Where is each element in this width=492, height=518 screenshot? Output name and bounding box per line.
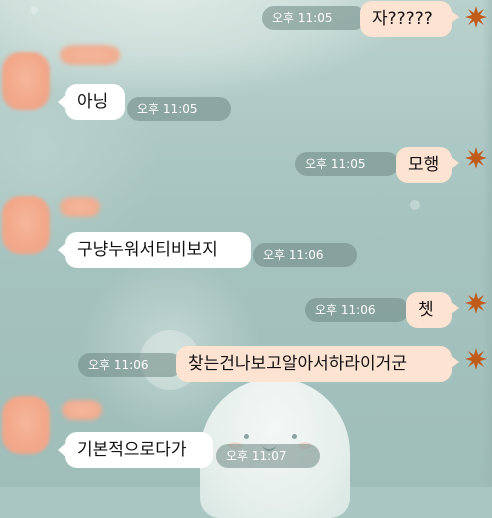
bubble-tail: [451, 302, 459, 314]
sunburst-icon: [465, 6, 487, 28]
message-time: 오후 11:06: [78, 353, 182, 377]
bubble-tail: [451, 157, 459, 169]
message-time: 오후 11:06: [305, 298, 409, 322]
ghost-eye: [292, 434, 297, 439]
message-bubble-incoming[interactable]: 아닝: [65, 84, 125, 120]
message-bubble-outgoing[interactable]: 자?????: [360, 1, 452, 37]
sunburst-icon: [465, 147, 487, 169]
contact-name: [60, 197, 100, 217]
sunburst-icon: [465, 348, 487, 370]
message-time: 오후 11:07: [216, 444, 320, 468]
background-dot: [30, 6, 38, 14]
contact-name: [60, 45, 120, 65]
message-time: 오후 11:06: [253, 243, 357, 267]
message-time: 오후 11:05: [127, 97, 231, 121]
message-bubble-outgoing[interactable]: 모행: [396, 147, 452, 183]
message-time: 오후 11:05: [262, 6, 366, 30]
scroll-edge: [482, 0, 492, 487]
bubble-tail: [451, 11, 459, 23]
contact-avatar[interactable]: [2, 196, 50, 254]
contact-avatar[interactable]: [2, 52, 50, 110]
sunburst-icon: [465, 292, 487, 314]
ghost-eye: [244, 434, 249, 439]
background-dot: [410, 200, 420, 210]
contact-avatar[interactable]: [2, 396, 50, 454]
message-bubble-outgoing[interactable]: 쳇: [406, 292, 452, 328]
message-bubble-outgoing[interactable]: 찾는건나보고알아서하라이거군: [176, 346, 452, 382]
message-time: 오후 11:05: [295, 152, 399, 176]
bubble-tail: [451, 356, 459, 368]
message-bubble-incoming[interactable]: 기본적으로다가: [65, 432, 213, 468]
contact-name: [62, 400, 102, 420]
message-bubble-incoming[interactable]: 구냥누워서티비보지: [65, 232, 251, 268]
